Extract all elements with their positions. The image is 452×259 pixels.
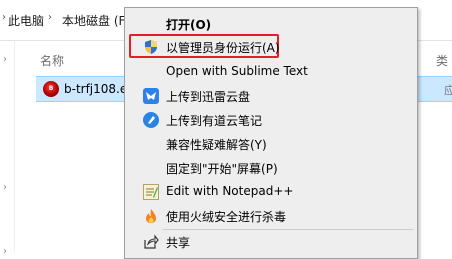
menu-item-upload-xunlei[interactable]: 上传到迅雷云盘: [125, 84, 417, 108]
uac-shield-icon: [143, 39, 159, 55]
menu-item-upload-youdao[interactable]: 上传到有道云笔记: [125, 108, 417, 132]
menu-item-label: 共享: [166, 236, 191, 250]
column-header-type[interactable]: 类: [436, 52, 448, 69]
menu-item-label: 使用火绒安全进行杀毒: [166, 210, 287, 224]
menu-item-run-as-admin[interactable]: 以管理员身份运行(A): [125, 35, 417, 59]
breadcrumb-item-drive[interactable]: 本地磁盘 (F:: [62, 12, 129, 29]
menu-item-label: 兼容性疑难解答(Y): [166, 138, 267, 152]
breadcrumb-chevron-icon: ›: [48, 12, 52, 23]
xunlei-bird-icon: [143, 88, 159, 104]
menu-item-open[interactable]: 打开(O): [125, 12, 417, 36]
menu-item-compatibility-troubleshoot[interactable]: 兼容性疑难解答(Y): [125, 132, 417, 156]
menu-item-edit-notepadpp[interactable]: Edit with Notepad++: [125, 180, 417, 204]
menu-item-label: Edit with Notepad++: [166, 184, 294, 198]
huorong-flame-icon: [143, 208, 159, 224]
menu-item-label: 上传到迅雷云盘: [166, 90, 251, 104]
menu-item-label: Open with Sublime Text: [166, 64, 308, 78]
executable-app-icon: B: [43, 81, 59, 97]
menu-item-huorong-scan[interactable]: 使用火绒安全进行杀毒: [125, 204, 417, 228]
column-header-name[interactable]: 名称: [40, 52, 64, 69]
menu-item-label: 固定到"开始"屏幕(P): [166, 162, 278, 176]
breadcrumb-chevron-icon: ›: [2, 12, 6, 23]
share-icon: [143, 234, 159, 250]
context-menu: 打开(O) 以管理员身份运行(A) Open with Sublime Text…: [124, 7, 418, 259]
menu-item-open-with-sublime[interactable]: Open with Sublime Text: [125, 60, 417, 84]
menu-item-label: 以管理员身份运行(A): [166, 41, 280, 55]
file-type-fragment: 应: [444, 84, 452, 97]
menu-item-share[interactable]: 共享: [125, 230, 417, 254]
youdao-note-icon: [143, 112, 159, 128]
breadcrumb-item-this-pc[interactable]: 此电脑: [8, 12, 44, 29]
chevron-right-icon: ›: [3, 182, 7, 193]
menu-item-label: 打开(O): [166, 18, 212, 32]
menu-item-pin-to-start[interactable]: 固定到"开始"屏幕(P): [125, 156, 417, 180]
menu-item-label: 上传到有道云笔记: [166, 114, 263, 128]
notepadpp-icon: [143, 184, 159, 200]
